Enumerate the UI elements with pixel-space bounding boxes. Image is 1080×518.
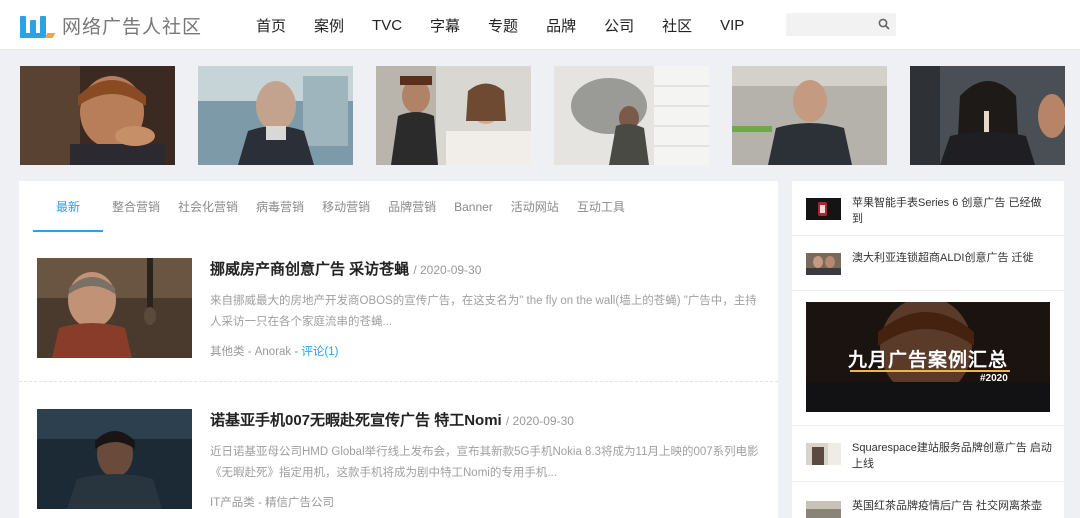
article-category[interactable]: 其他类: [210, 346, 245, 358]
nav-tvc[interactable]: TVC: [372, 17, 402, 34]
sidebar-item-title[interactable]: 英国红茶品牌疫情后广告 社交网离茶壶: [852, 498, 1052, 514]
featured-thumb[interactable]: [554, 66, 709, 165]
banner-underline: [850, 370, 1010, 372]
featured-thumb[interactable]: [732, 66, 887, 165]
category-tabs: 最新 整合营销 社会化营销 病毒营销 移动营销 品牌营销 Banner 活动网站…: [33, 181, 634, 233]
article-title-text[interactable]: 诺基亚手机007无暇赴死宣传广告 特工Nomi: [210, 412, 502, 429]
article-title-text[interactable]: 挪威房产商创意广告 采访苍蝇: [210, 261, 409, 278]
search-input[interactable]: [786, 13, 871, 36]
article-thumbnail[interactable]: [37, 409, 192, 509]
featured-thumb[interactable]: [376, 66, 531, 165]
article-meta: IT产品类 - 精信广告公司: [210, 494, 334, 510]
sidebar: 苹果智能手表Series 6 创意广告 已经做到 澳大利亚连锁超商ALDI创意广…: [792, 181, 1064, 518]
nav-cases[interactable]: 案例: [314, 15, 344, 36]
article-item: 挪威房产商创意广告 采访苍蝇 / 2020-09-30 来自挪威最大的房地产开发…: [19, 252, 778, 382]
tab-event-sites[interactable]: 活动网站: [502, 181, 568, 233]
search-box: [786, 13, 896, 36]
tab-banner[interactable]: Banner: [445, 181, 502, 233]
article-summary: 来自挪威最大的房地产开发商OBOS的宣传广告，在这支名为" the fly on…: [210, 295, 757, 328]
article-date: / 2020-09-30: [413, 263, 482, 277]
nav-companies[interactable]: 公司: [604, 15, 634, 36]
article-date: / 2020-09-30: [505, 414, 574, 428]
nav-topics[interactable]: 专题: [488, 15, 518, 36]
article-meta: 其他类 - Anorak - 评论(1): [210, 343, 338, 359]
tab-viral-marketing[interactable]: 病毒营销: [247, 181, 313, 233]
article-title[interactable]: 挪威房产商创意广告 采访苍蝇 / 2020-09-30: [210, 258, 481, 279]
logo-icon: [18, 12, 56, 38]
sidebar-item[interactable]: 英国红茶品牌疫情后广告 社交网离茶壶: [792, 482, 1064, 518]
site-logo[interactable]: 网络广告人社区: [18, 11, 202, 39]
sidebar-item-title[interactable]: Squarespace建站服务品牌创意广告 启动上线: [852, 440, 1052, 472]
banner-title: 九月广告案例汇总: [847, 350, 1008, 371]
sidebar-item-thumb[interactable]: [806, 253, 841, 275]
tab-integrated-marketing[interactable]: 整合营销: [103, 181, 169, 233]
article-list-panel: 最新 整合营销 社会化营销 病毒营销 移动营销 品牌营销 Banner 活动网站…: [19, 181, 778, 518]
sidebar-item-thumb[interactable]: [806, 443, 841, 465]
banner-tag: #2020: [980, 373, 1008, 384]
monthly-roundup-banner[interactable]: 九月广告案例汇总 #2020: [806, 302, 1050, 412]
nav-subtitles[interactable]: 字幕: [430, 15, 460, 36]
featured-thumb-strip: [0, 50, 1080, 180]
search-icon[interactable]: [878, 18, 890, 30]
logo-text: 网络广告人社区: [62, 16, 203, 38]
sidebar-item-title[interactable]: 澳大利亚连锁超商ALDI创意广告 迁徙: [852, 250, 1052, 266]
nav-home[interactable]: 首页: [256, 15, 286, 36]
article-summary: 近日诺基亚母公司HMD Global举行线上发布会，宣布其新款5G手机Nokia…: [210, 446, 759, 479]
sidebar-item[interactable]: Squarespace建站服务品牌创意广告 启动上线: [792, 425, 1064, 482]
tab-interactive-tools[interactable]: 互动工具: [568, 181, 634, 233]
sidebar-item-thumb[interactable]: [806, 501, 841, 518]
featured-thumb[interactable]: [198, 66, 353, 165]
sidebar-item[interactable]: 澳大利亚连锁超商ALDI创意广告 迁徙: [792, 236, 1064, 291]
article-thumbnail[interactable]: [37, 258, 192, 358]
sidebar-item-title[interactable]: 苹果智能手表Series 6 创意广告 已经做到: [852, 195, 1052, 227]
sidebar-item-thumb[interactable]: [806, 198, 841, 220]
tab-latest[interactable]: 最新: [33, 181, 104, 233]
article-author[interactable]: - 精信广告公司: [258, 497, 334, 509]
sidebar-item[interactable]: 苹果智能手表Series 6 创意广告 已经做到: [792, 181, 1064, 236]
nav-community[interactable]: 社区: [662, 15, 692, 36]
nav-brands[interactable]: 品牌: [546, 15, 576, 36]
article-item: 诺基亚手机007无暇赴死宣传广告 特工Nomi / 2020-09-30 近日诺…: [19, 403, 778, 518]
featured-thumb[interactable]: [20, 66, 175, 165]
article-author[interactable]: - Anorak: [248, 346, 291, 358]
tab-brand-marketing[interactable]: 品牌营销: [379, 181, 445, 233]
tab-social-marketing[interactable]: 社会化营销: [169, 181, 247, 233]
featured-thumb[interactable]: [910, 66, 1065, 165]
site-header: 网络广告人社区 首页 案例 TVC 字幕 专题 品牌 公司 社区 VIP: [0, 0, 1080, 50]
article-comments-link[interactable]: - 评论(1): [294, 346, 338, 358]
tab-mobile-marketing[interactable]: 移动营销: [313, 181, 379, 233]
main-nav: 首页 案例 TVC 字幕 专题 品牌 公司 社区 VIP: [256, 0, 772, 50]
article-category[interactable]: IT产品类: [210, 497, 255, 509]
article-title[interactable]: 诺基亚手机007无暇赴死宣传广告 特工Nomi / 2020-09-30: [210, 409, 574, 430]
nav-vip[interactable]: VIP: [720, 17, 744, 34]
